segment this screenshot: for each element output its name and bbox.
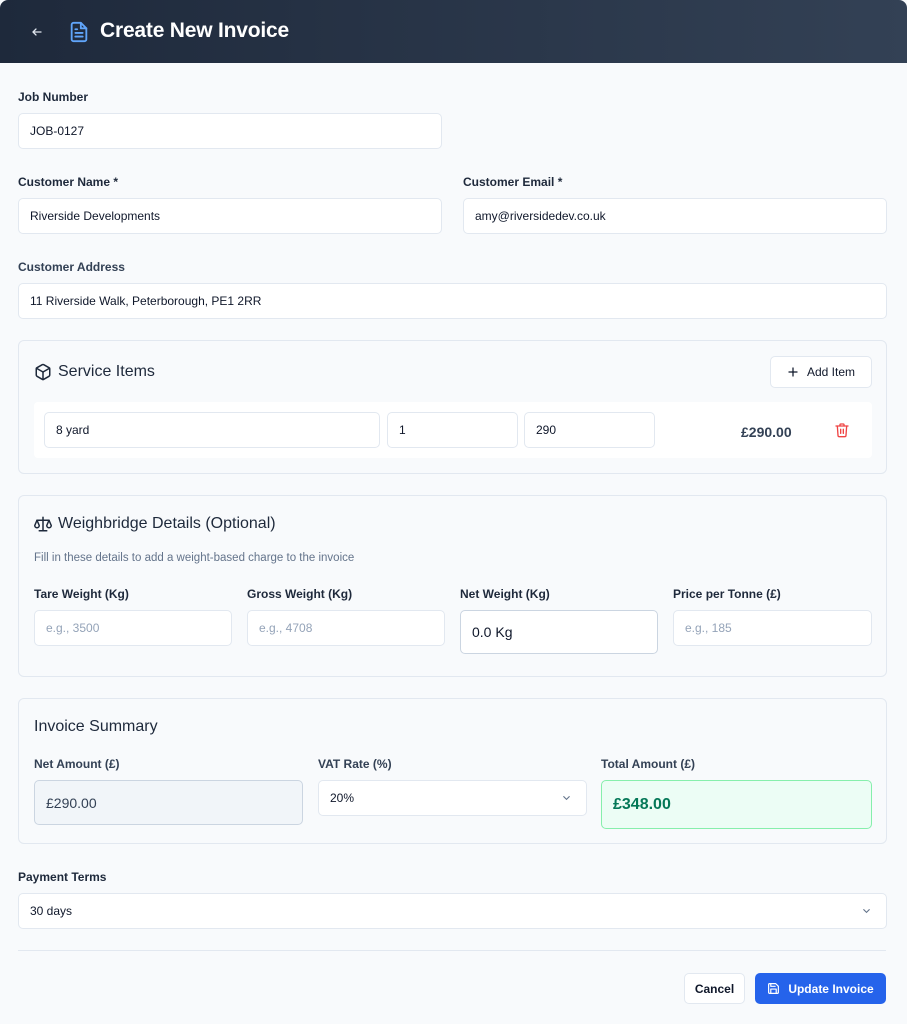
item-line-total: £290.00 <box>741 424 792 440</box>
vat-rate-value: 20% <box>330 791 355 805</box>
item-price-input[interactable]: 290 <box>524 412 655 448</box>
customer-name-input[interactable]: Riverside Developments <box>18 198 442 234</box>
job-number-input[interactable]: JOB-0127 <box>18 113 442 149</box>
total-amount-label: Total Amount (£) <box>601 757 695 771</box>
vat-rate-label: VAT Rate (%) <box>318 757 392 771</box>
scale-icon <box>34 516 52 532</box>
net-amount-label: Net Amount (£) <box>34 757 120 771</box>
update-invoice-label: Update Invoice <box>788 981 874 996</box>
chevron-down-icon <box>563 796 570 801</box>
payment-terms-value: 30 days <box>30 904 73 918</box>
weighbridge-hint: Fill in these details to add a weight-ba… <box>34 552 355 564</box>
cancel-button[interactable]: Cancel <box>684 973 745 1004</box>
payment-terms-label: Payment Terms <box>18 870 107 884</box>
gross-weight-input[interactable]: e.g., 4708 <box>247 610 445 646</box>
arrow-left-icon <box>32 28 42 36</box>
price-per-tonne-input[interactable]: e.g., 185 <box>673 610 872 646</box>
gross-weight-label: Gross Weight (Kg) <box>247 587 353 601</box>
footer-divider <box>18 950 886 951</box>
total-amount-display: £348.00 <box>601 780 872 829</box>
invoice-summary-title: Invoice Summary <box>34 718 158 735</box>
item-quantity-input[interactable]: 1 <box>387 412 518 448</box>
tare-weight-input[interactable]: e.g., 3500 <box>34 610 232 646</box>
price-per-tonne-label: Price per Tonne (£) <box>673 587 781 601</box>
add-item-button[interactable]: Add Item <box>770 356 872 388</box>
weighbridge-title: Weighbridge Details (Optional) <box>58 515 276 532</box>
customer-email-label: Customer Email * <box>463 175 563 189</box>
service-items-title: Service Items <box>58 363 155 380</box>
customer-name-label: Customer Name * <box>18 175 119 189</box>
page-title: Create New Invoice <box>100 19 289 42</box>
file-text-icon <box>70 21 88 43</box>
customer-address-label: Customer Address <box>18 260 125 274</box>
header-bar: Create New Invoice <box>0 0 907 63</box>
net-weight-display: 0.0 Kg <box>460 610 658 654</box>
tare-weight-label: Tare Weight (Kg) <box>34 587 129 601</box>
item-description-input[interactable]: 8 yard <box>44 412 380 448</box>
add-item-label: Add Item <box>806 365 856 379</box>
customer-address-input[interactable]: 11 Riverside Walk, Peterborough, PE1 2RR <box>18 283 887 319</box>
net-weight-label: Net Weight (Kg) <box>460 587 550 601</box>
customer-email-input[interactable]: amy@riversidedev.co.uk <box>463 198 887 234</box>
plus-icon <box>788 367 798 377</box>
save-icon <box>768 983 780 994</box>
net-amount-display: £290.00 <box>34 780 303 825</box>
payment-terms-select[interactable]: 30 days <box>18 893 887 929</box>
vat-rate-select[interactable]: 20% <box>318 780 587 816</box>
chevron-down-icon <box>863 909 870 914</box>
update-invoice-button[interactable]: Update Invoice <box>755 973 886 1004</box>
package-icon <box>35 363 51 381</box>
back-button[interactable] <box>24 19 50 45</box>
job-number-label: Job Number <box>18 90 89 104</box>
trash-icon[interactable] <box>834 422 850 438</box>
